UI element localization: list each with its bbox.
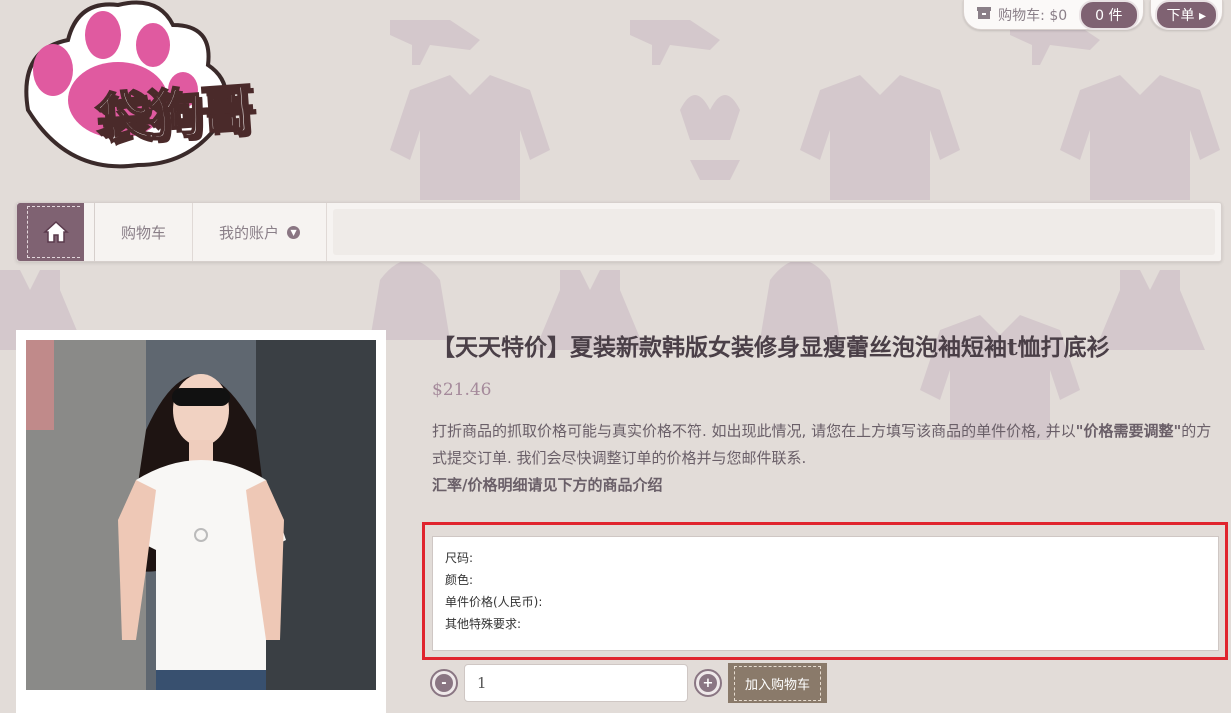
product-image-frame [16, 330, 386, 713]
nav-item-account-label: 我的账户 [219, 223, 280, 242]
quantity-input[interactable] [464, 664, 688, 702]
add-to-cart-button[interactable]: 加入购物车 [728, 663, 828, 703]
home-icon [42, 220, 69, 243]
checkout-button[interactable]: 下单 ▸ [1154, 0, 1218, 30]
mini-cart[interactable]: 购物车: $0 0 件 [963, 0, 1144, 30]
notice-text-1: 打折商品的抓取价格可能与真实价格不符. 如出现此情况, 请您在上方填写该商品的单… [432, 422, 1076, 440]
nav-item-account[interactable]: 我的账户 ▼ [193, 203, 328, 261]
decrease-quantity-button[interactable]: - [430, 669, 458, 697]
home-stripe [80, 203, 94, 261]
product-info: 【天天特价】夏装新款韩版女装修身显瘦蕾丝泡泡袖短袖t恤打底衫 $21.46 打折… [432, 330, 1222, 499]
home-frame [26, 206, 85, 258]
main-nav: 购物车 我的账户 ▼ [16, 202, 1222, 262]
home-button[interactable] [17, 203, 95, 261]
price-notice: 打折商品的抓取价格可能与真实价格不符. 如出现此情况, 请您在上方填写该商品的单… [432, 418, 1222, 499]
cart-count-badge[interactable]: 0 件 [1079, 0, 1139, 30]
notice-bold: "价格需要调整" [1075, 422, 1182, 440]
nav-item-cart[interactable]: 购物车 [95, 203, 194, 261]
product-title: 【天天特价】夏装新款韩版女装修身显瘦蕾丝泡泡袖短袖t恤打底衫 [432, 334, 1110, 361]
add-to-cart-label: 加入购物车 [734, 665, 822, 701]
site-logo[interactable]: 袋狗哥 [8, 0, 328, 180]
product-photo[interactable] [26, 340, 376, 690]
options-highlight-box: 尺码: 颜色: 单件价格(人民币): 其他特殊要求: [422, 522, 1228, 660]
plus-icon: + [699, 674, 717, 692]
quantity-row: - + 加入购物车 [430, 662, 828, 704]
chevron-down-icon: ▼ [287, 225, 301, 239]
cart-total-text: 购物车: $0 [998, 7, 1068, 24]
order-pill: 下单 ▸ [1149, 0, 1223, 30]
product-price: $21.46 [432, 380, 492, 400]
nav-spacer [333, 209, 1215, 255]
exchange-rate-note: 汇率/价格明细请见下方的商品介绍 [432, 476, 663, 494]
product-photo-illustration [26, 340, 376, 690]
cart-box-icon [976, 5, 992, 24]
logo-wordmark: 袋狗哥 [93, 77, 255, 153]
increase-quantity-button[interactable]: + [694, 669, 722, 697]
product-options-textarea[interactable]: 尺码: 颜色: 单件价格(人民币): 其他特殊要求: [432, 536, 1219, 651]
nav-item-cart-label: 购物车 [121, 223, 167, 242]
minus-icon: - [435, 674, 453, 692]
top-bar: 购物车: $0 0 件 下单 ▸ [963, 0, 1223, 30]
